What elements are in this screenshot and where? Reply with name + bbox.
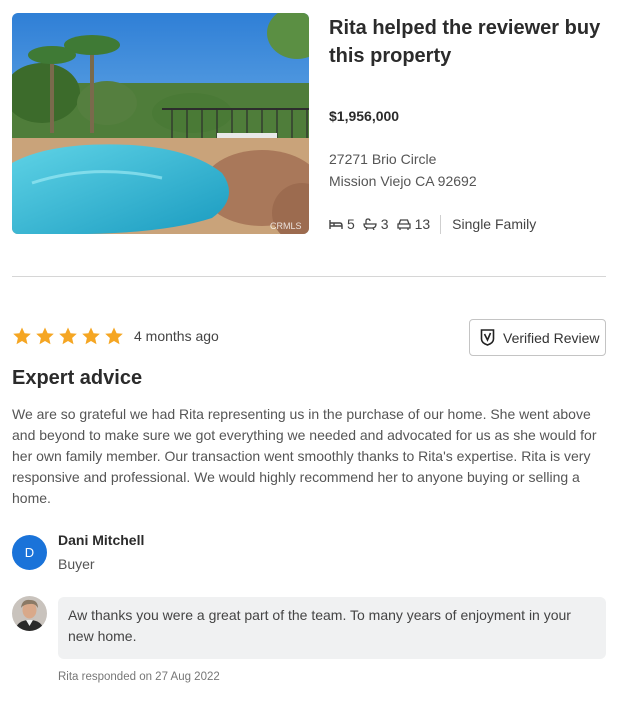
avatar[interactable]: D [12, 535, 47, 570]
property-title: Rita helped the reviewer buy this proper… [329, 17, 601, 67]
agent-response: Aw thanks you were a great part of the t… [58, 597, 606, 659]
property-price: $1,956,000 [329, 108, 400, 124]
beds-count: 5 [347, 216, 355, 232]
address-line-2: Mission Viejo CA 92692 [329, 173, 477, 189]
avatar-initial: D [24, 545, 35, 560]
star-icon [59, 327, 77, 345]
star-icon [36, 327, 54, 345]
verified-review-label: Verified Review [503, 329, 600, 346]
baths-count: 3 [380, 216, 389, 232]
review-heading: Expert advice [12, 367, 143, 389]
photo-watermark: CRMLS [270, 221, 302, 231]
property-type: Single Family [452, 216, 537, 232]
property-photo[interactable]: CRMLS [12, 13, 309, 234]
garage-feature: 13 [396, 216, 431, 232]
agent-avatar[interactable] [12, 596, 47, 631]
bed-icon [329, 220, 343, 229]
beds-feature: 5 [329, 216, 355, 232]
review-text: We are so grateful we had Rita represent… [12, 406, 597, 506]
car-icon [396, 219, 411, 230]
garage-count: 13 [414, 216, 431, 232]
response-meta: Rita responded on 27 Aug 2022 [58, 671, 220, 683]
star-rating [12, 326, 127, 346]
star-icon [82, 327, 100, 345]
feature-divider [440, 214, 442, 234]
property-features: 5 3 13 Single Family [329, 214, 537, 234]
review-time: 4 months ago [134, 328, 219, 344]
section-divider [12, 276, 606, 277]
bath-icon [363, 218, 377, 230]
reviewer-role: Buyer [58, 556, 95, 572]
reviewer-name[interactable]: Dani Mitchell [58, 532, 144, 548]
star-icon [105, 327, 123, 345]
verified-shield-icon [480, 329, 495, 346]
verified-review-badge[interactable]: Verified Review [469, 319, 606, 356]
baths-feature: 3 [363, 216, 389, 232]
address-line-1: 27271 Brio Circle [329, 151, 437, 167]
star-icon [13, 327, 31, 345]
